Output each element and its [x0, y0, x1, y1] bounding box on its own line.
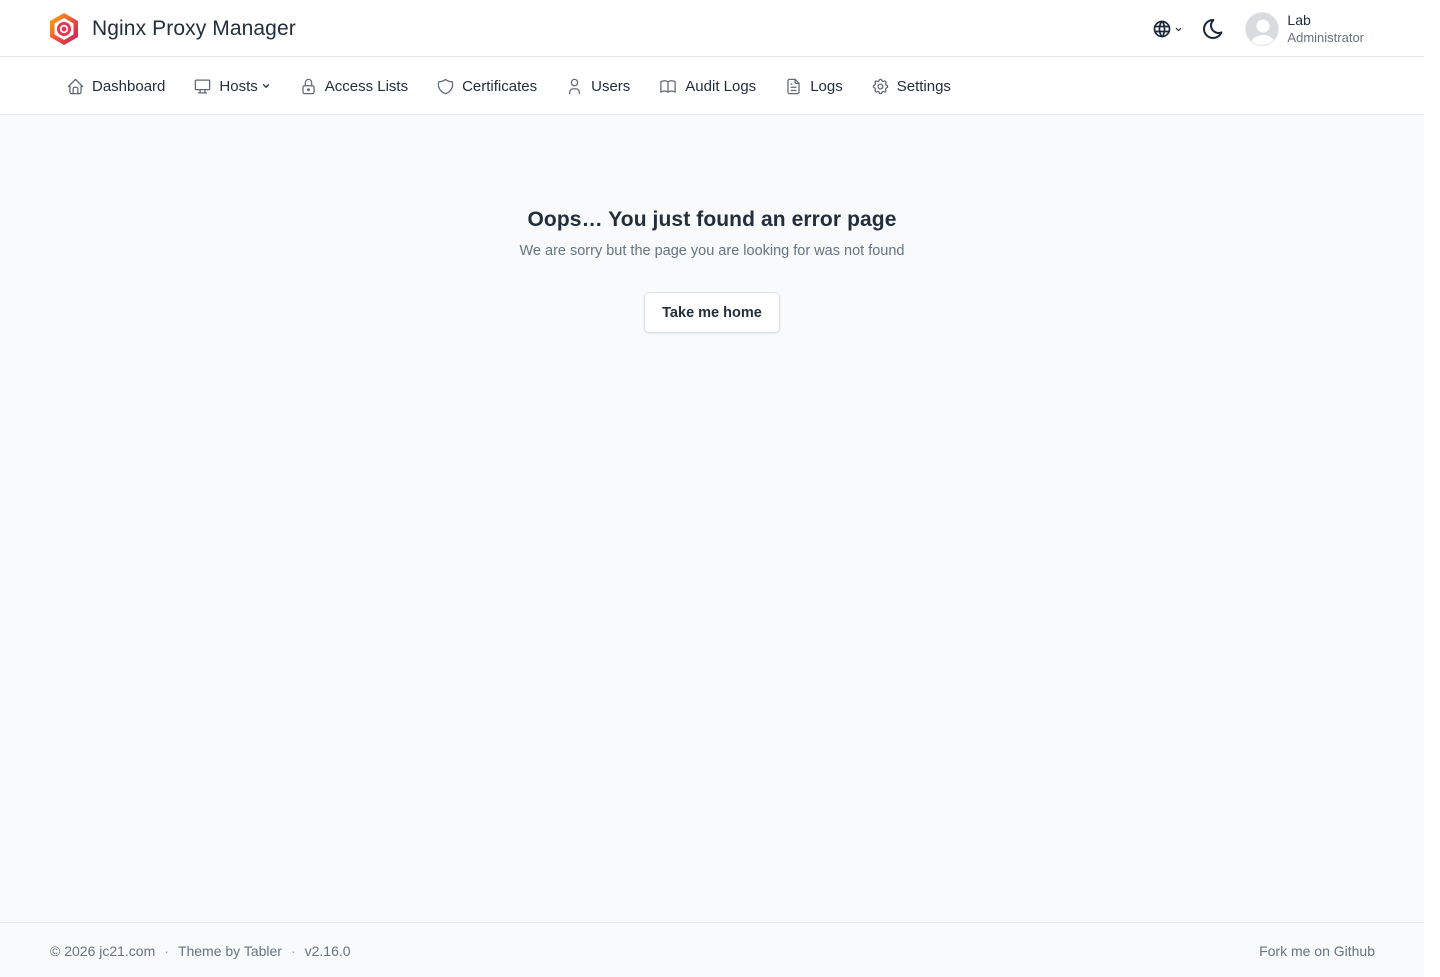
nginx-proxy-manager-logo-icon	[50, 13, 78, 45]
footer-separator: ·	[290, 942, 296, 959]
user-info: Lab Administrator	[1287, 12, 1364, 46]
footer: © 2026 jc21.com · Theme by Tabler · v2.1…	[0, 922, 1424, 977]
nav-label-audit-logs: Audit Logs	[685, 77, 757, 95]
avatar	[1245, 12, 1280, 46]
nav-item-dashboard[interactable]: Dashboard	[66, 57, 165, 115]
nav-label-access-lists: Access Lists	[324, 77, 409, 95]
page: Nginx Proxy Manager Lab Administrator Da…	[0, 0, 1424, 977]
theme-toggle-button[interactable]	[1201, 17, 1225, 41]
language-selector[interactable]	[1152, 19, 1183, 39]
header-actions: Lab Administrator	[1152, 10, 1364, 48]
theme-credit-link[interactable]: Theme by Tabler	[178, 943, 282, 959]
error-content: Oops… You just found an error page We ar…	[0, 115, 1424, 333]
nav-label-certificates: Certificates	[462, 77, 538, 95]
nav-item-access-lists[interactable]: Access Lists	[299, 57, 408, 115]
error-subtitle: We are sorry but the page you are lookin…	[519, 243, 905, 259]
nav-label-logs: Logs	[810, 77, 843, 95]
brand-title: Nginx Proxy Manager	[92, 17, 296, 40]
take-me-home-button[interactable]: Take me home	[644, 292, 780, 333]
file-text-icon	[787, 78, 800, 94]
user-name: Lab	[1287, 12, 1311, 28]
github-link[interactable]: Fork me on Github	[1259, 943, 1375, 959]
user-avatar-icon	[1246, 13, 1279, 45]
main-nav: Dashboard Hosts Access Lists Certificate…	[0, 57, 1424, 115]
brand-link[interactable]: Nginx Proxy Manager	[48, 11, 296, 47]
monitor-icon	[195, 79, 211, 93]
footer-separator: ·	[164, 942, 169, 959]
nav-item-settings[interactable]: Settings	[871, 57, 951, 115]
home-icon	[67, 78, 84, 94]
footer-left: © 2026 jc21.com · Theme by Tabler · v2.1…	[50, 923, 351, 977]
book-icon	[660, 79, 677, 93]
version-link[interactable]: v2.16.0	[305, 943, 351, 959]
lock-icon	[302, 78, 315, 94]
moon-icon	[1203, 18, 1223, 39]
shield-icon	[437, 78, 454, 94]
nav-item-logs[interactable]: Logs	[784, 57, 843, 115]
nav-label-hosts: Hosts	[219, 77, 258, 95]
scrollbar[interactable]	[1424, 0, 1440, 977]
chevron-down-icon	[1176, 27, 1182, 31]
user-role: Administrator	[1287, 30, 1364, 45]
user-icon	[569, 78, 581, 94]
nav-item-users[interactable]: Users	[565, 57, 630, 115]
nav-label-users: Users	[591, 77, 631, 95]
nav-item-certificates[interactable]: Certificates	[436, 57, 537, 115]
nav-item-hosts[interactable]: Hosts	[193, 57, 270, 115]
nav-label-dashboard: Dashboard	[92, 77, 166, 95]
gear-icon	[872, 78, 888, 94]
nav-item-audit-logs[interactable]: Audit Logs	[658, 57, 756, 115]
nav-label-settings: Settings	[896, 77, 951, 95]
footer-right: Fork me on Github	[1259, 923, 1375, 977]
user-menu[interactable]: Lab Administrator	[1245, 12, 1364, 46]
nav-list: Dashboard Hosts Access Lists Certificate…	[66, 57, 979, 115]
globe-icon	[1154, 20, 1171, 38]
copyright-link[interactable]: © 2026 jc21.com	[50, 943, 155, 959]
top-header: Nginx Proxy Manager Lab Administrator	[0, 0, 1424, 57]
error-title: Oops… You just found an error page	[527, 208, 897, 231]
chevron-down-icon	[262, 84, 269, 88]
